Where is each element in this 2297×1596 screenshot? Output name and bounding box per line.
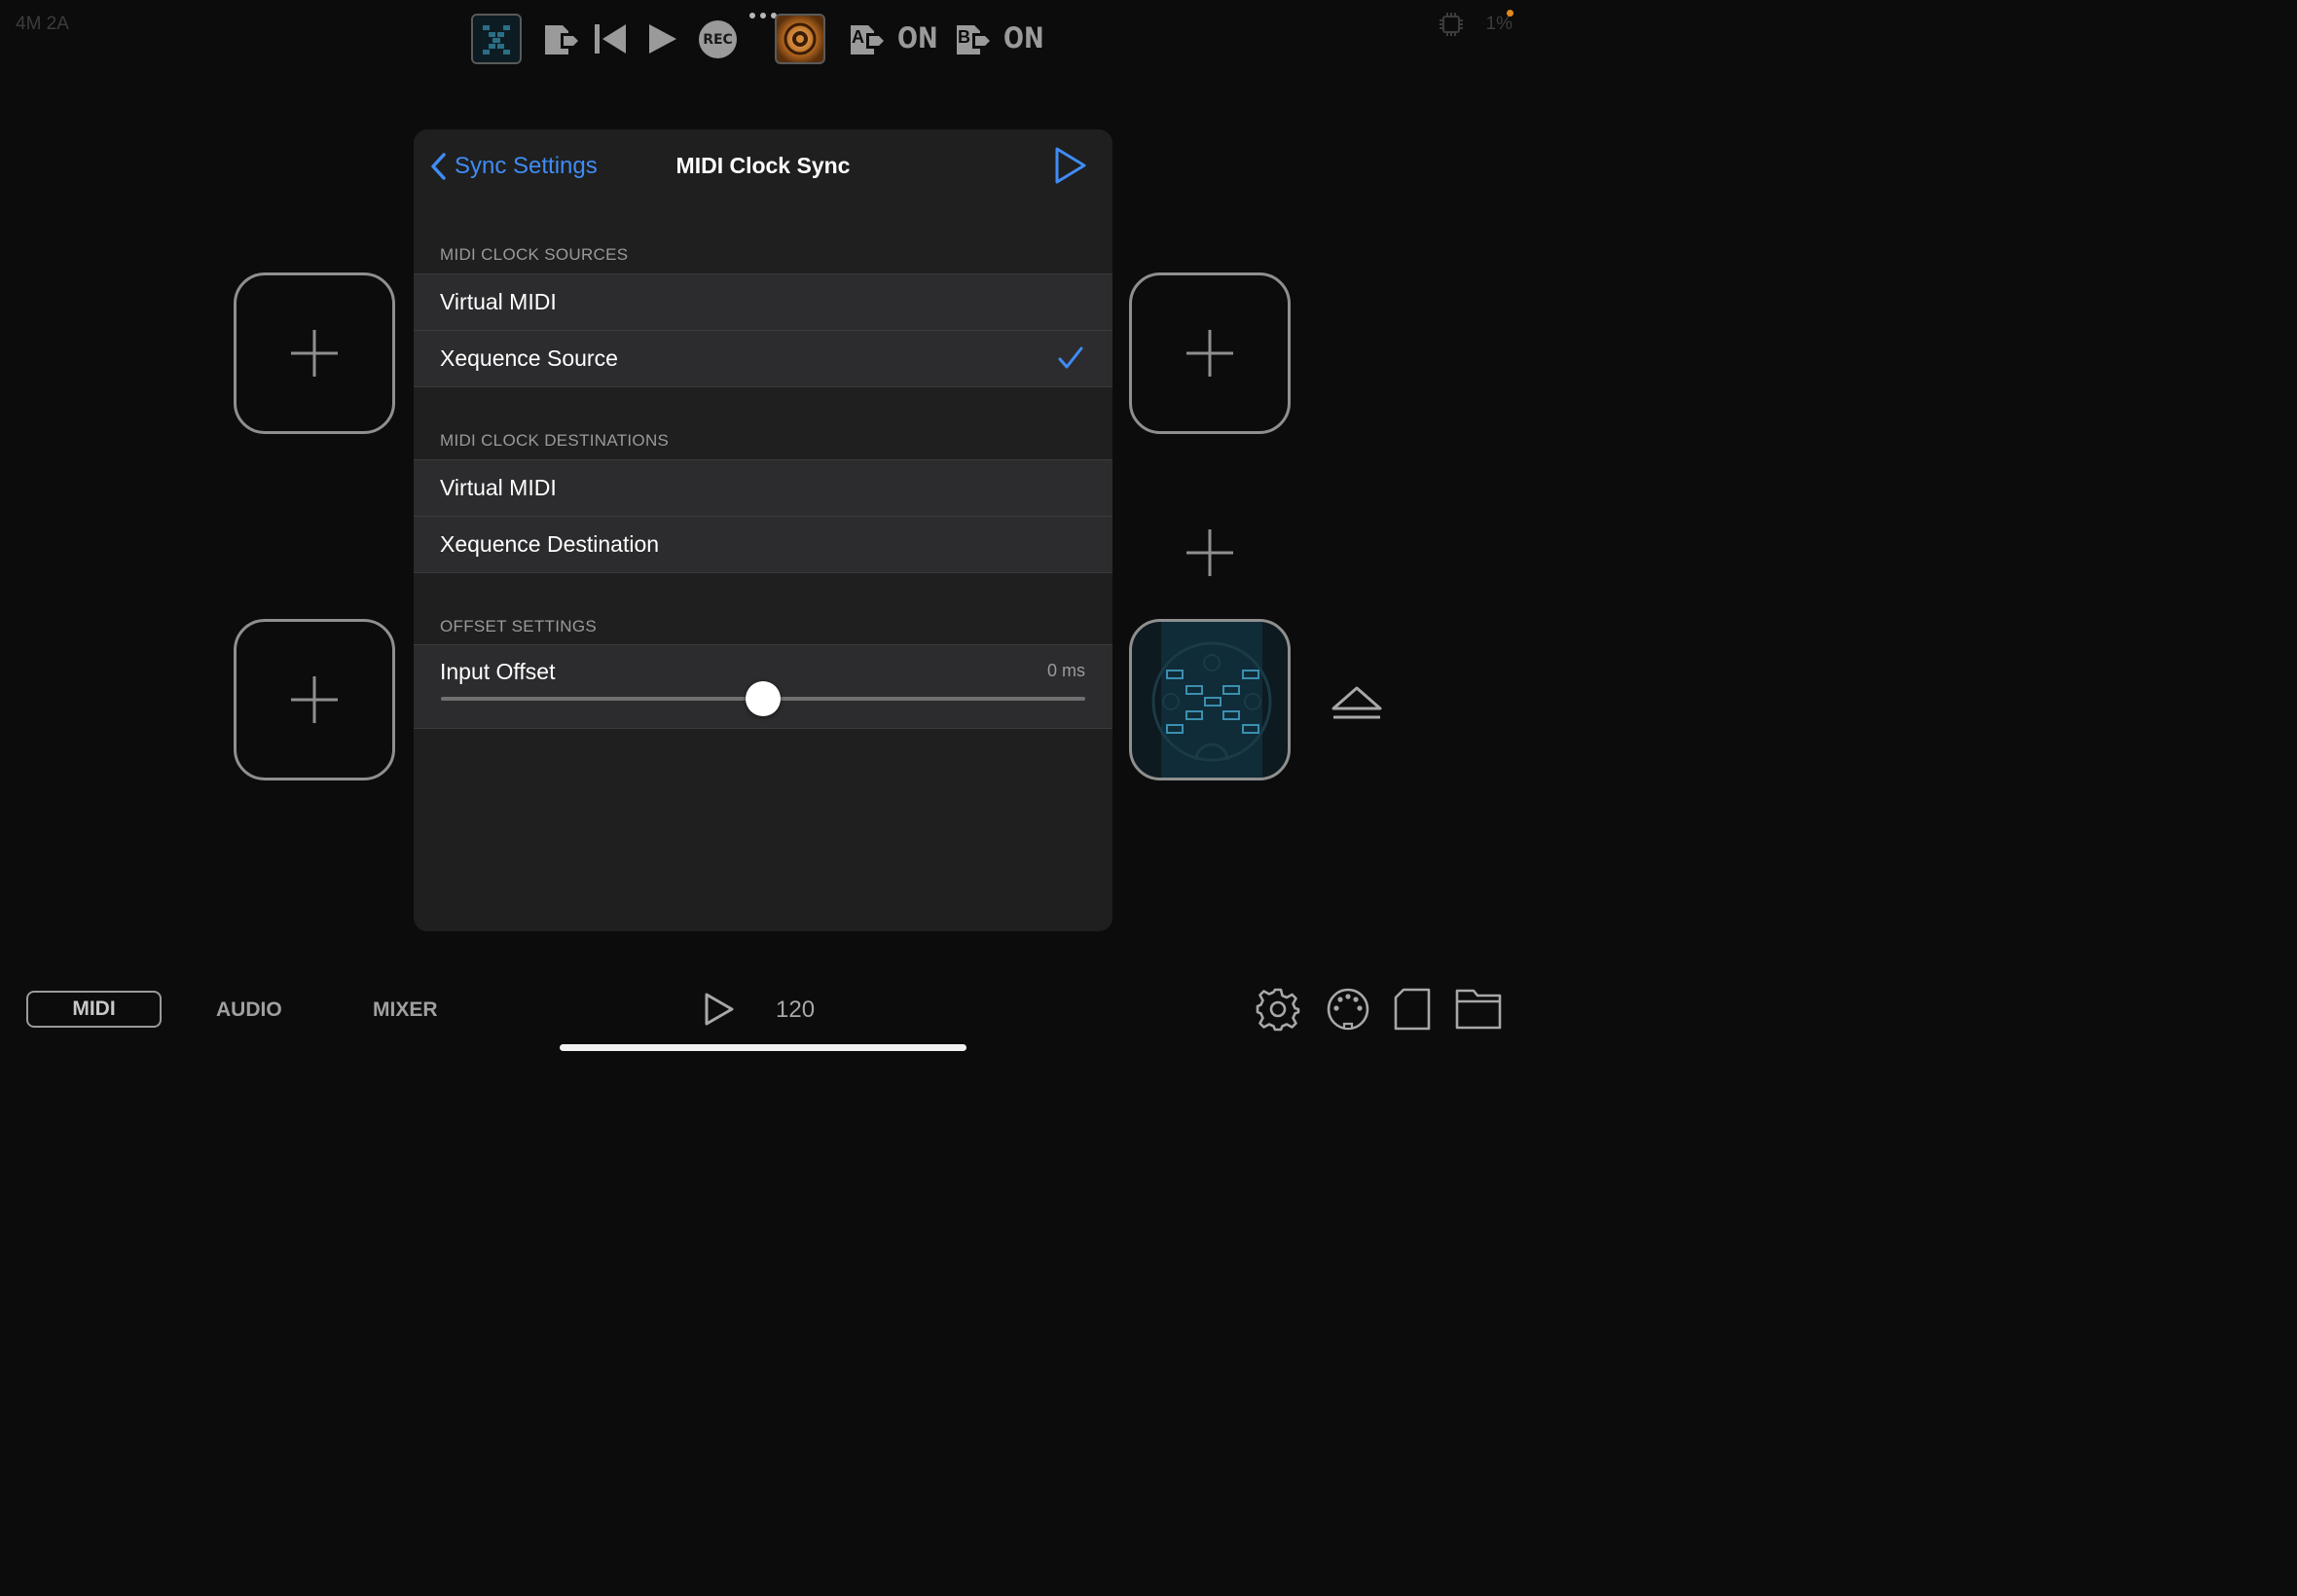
input-offset-row: Input Offset 0 ms xyxy=(414,644,1112,729)
row-label: Xequence Source xyxy=(440,345,618,371)
add-slot-button[interactable] xyxy=(1185,528,1234,577)
ellipsis-icon xyxy=(749,13,777,18)
eject-button[interactable] xyxy=(1331,685,1382,720)
section-header-offset: OFFSET SETTINGS xyxy=(440,617,597,635)
row-label: Virtual MIDI xyxy=(440,475,557,500)
plus-icon xyxy=(1186,529,1233,576)
tab-audio[interactable]: AUDIO xyxy=(216,998,282,1022)
midi-din-icon xyxy=(1327,988,1369,1031)
destination-row-virtual-midi[interactable]: Virtual MIDI xyxy=(414,459,1112,516)
page-button[interactable] xyxy=(1392,987,1433,1032)
notification-dot xyxy=(1507,10,1513,17)
row-label: Xequence Destination xyxy=(440,531,660,557)
midi-clock-sync-panel: Sync Settings MIDI Clock Sync MIDI CLOCK… xyxy=(414,129,1112,931)
host-app-icon xyxy=(777,16,823,62)
track-a-insert-button[interactable]: A xyxy=(847,19,890,60)
folder-icon xyxy=(1455,989,1502,1030)
input-offset-value: 0 ms xyxy=(1046,661,1085,680)
tab-midi[interactable]: MIDI xyxy=(26,991,162,1028)
settings-button[interactable] xyxy=(1256,987,1300,1032)
gear-icon xyxy=(1256,988,1300,1032)
source-row-virtual-midi[interactable]: Virtual MIDI xyxy=(414,273,1112,330)
plus-icon xyxy=(1186,330,1233,377)
host-app-button[interactable] xyxy=(775,14,825,64)
section-header-sources: MIDI CLOCK SOURCES xyxy=(440,245,629,264)
tempo-value[interactable]: 120 xyxy=(776,997,815,1024)
plus-icon xyxy=(291,676,338,723)
clip-insert-icon xyxy=(545,25,582,54)
tab-mixer[interactable]: MIXER xyxy=(373,998,438,1022)
tab-label: MIDI xyxy=(72,998,116,1020)
track-b-state[interactable]: ON xyxy=(1003,21,1044,54)
play-outline-icon xyxy=(1055,147,1086,184)
home-indicator xyxy=(560,1044,966,1051)
more-options-button[interactable] xyxy=(748,11,778,20)
play-outline-icon xyxy=(705,993,734,1026)
play-test-button[interactable] xyxy=(1053,146,1088,185)
midi-port-icon xyxy=(1151,622,1272,778)
skip-back-icon xyxy=(595,24,626,54)
xequence-app-button[interactable] xyxy=(471,14,522,64)
midi-device-slot[interactable] xyxy=(1129,619,1291,780)
cpu-percent: 1% xyxy=(1485,14,1513,34)
status-text: 4M 2A xyxy=(16,14,69,34)
record-label: REC xyxy=(703,31,733,48)
checkmark-icon xyxy=(1058,346,1083,369)
cpu-chip-icon xyxy=(1439,12,1464,37)
input-offset-label: Input Offset xyxy=(440,659,556,684)
midi-settings-button[interactable] xyxy=(1326,987,1370,1032)
clip-a-letter: A xyxy=(852,27,864,47)
track-b-insert-button[interactable]: B xyxy=(953,19,996,60)
eject-icon xyxy=(1331,686,1382,719)
track-a-state[interactable]: ON xyxy=(897,21,938,54)
row-label: Virtual MIDI xyxy=(440,289,557,314)
files-button[interactable] xyxy=(1454,987,1503,1032)
clip-b-letter: B xyxy=(958,27,970,47)
add-slot-top-right[interactable] xyxy=(1129,272,1291,434)
play-button[interactable] xyxy=(646,21,679,56)
plus-icon xyxy=(291,330,338,377)
section-header-destinations: MIDI CLOCK DESTINATIONS xyxy=(440,431,670,450)
document-icon xyxy=(1394,988,1431,1031)
rewind-button[interactable] xyxy=(593,21,628,56)
input-offset-slider-thumb[interactable] xyxy=(746,681,781,716)
insert-clip-button[interactable] xyxy=(541,19,584,60)
play-icon xyxy=(649,24,676,54)
add-slot-top-left[interactable] xyxy=(234,272,395,434)
transport-play-button[interactable] xyxy=(703,992,736,1027)
destination-row-xequence[interactable]: Xequence Destination xyxy=(414,516,1112,573)
record-button[interactable]: REC xyxy=(699,20,737,58)
add-slot-bottom-left[interactable] xyxy=(234,619,395,780)
source-row-xequence[interactable]: Xequence Source xyxy=(414,330,1112,387)
panel-title: MIDI Clock Sync xyxy=(675,153,851,178)
xequence-logo-icon xyxy=(473,16,520,62)
